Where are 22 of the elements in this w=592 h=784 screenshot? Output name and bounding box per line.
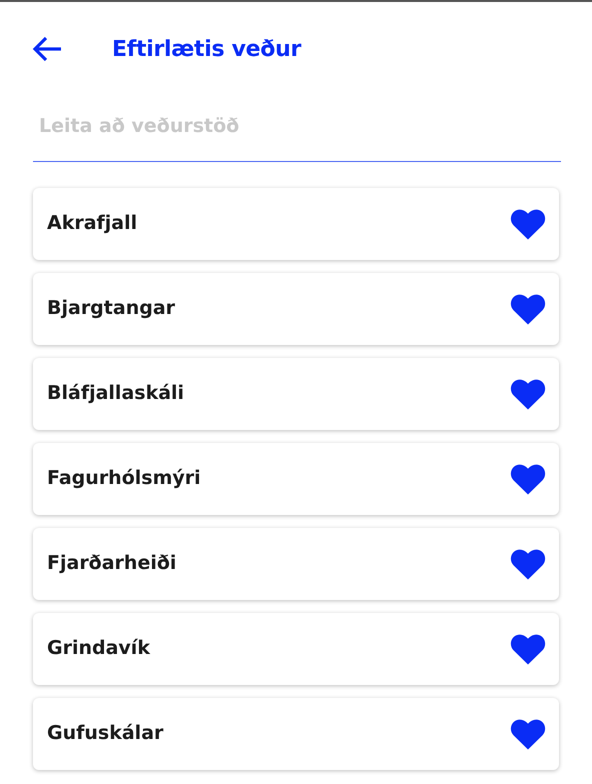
heart-filled-icon[interactable] <box>509 292 547 326</box>
station-name: Gufuskálar <box>47 721 164 746</box>
station-name: Akrafjall <box>47 211 138 236</box>
heart-filled-icon[interactable] <box>509 632 547 666</box>
station-card[interactable]: Grindavík <box>33 612 559 684</box>
station-card[interactable]: Akrafjall <box>33 188 559 260</box>
station-card[interactable]: Bláfjallaskáli <box>33 358 559 430</box>
station-name: Grindavík <box>47 636 150 662</box>
heart-filled-icon[interactable] <box>509 462 547 496</box>
heart-filled-icon[interactable] <box>509 376 547 410</box>
page-title: Eftirlætis veður <box>112 36 301 64</box>
heart-filled-icon[interactable] <box>509 546 547 580</box>
station-card[interactable]: Fjarðarheiði <box>33 528 559 600</box>
station-name: Fjarðarheiði <box>47 551 176 576</box>
station-name: Bjargtangar <box>47 296 176 322</box>
station-name: Fagurhólsmýri <box>47 466 201 492</box>
station-card[interactable]: Bjargtangar <box>33 272 559 344</box>
station-card[interactable]: Fagurhólsmýri <box>33 442 559 514</box>
station-card[interactable]: Gufuskálar <box>33 698 559 770</box>
heart-filled-icon[interactable] <box>509 206 547 240</box>
station-name: Bláfjallaskáli <box>47 381 184 406</box>
heart-filled-icon[interactable] <box>509 716 547 750</box>
